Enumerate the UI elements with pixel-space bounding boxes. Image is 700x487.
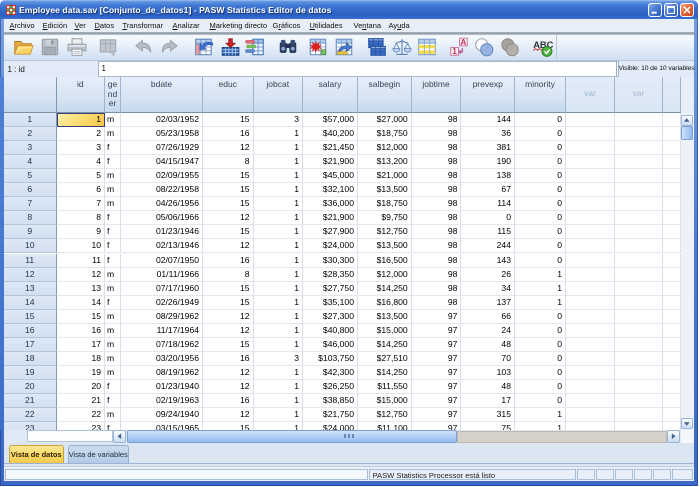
svg-text:A: A bbox=[460, 37, 466, 46]
svg-text:1: 1 bbox=[452, 47, 457, 56]
